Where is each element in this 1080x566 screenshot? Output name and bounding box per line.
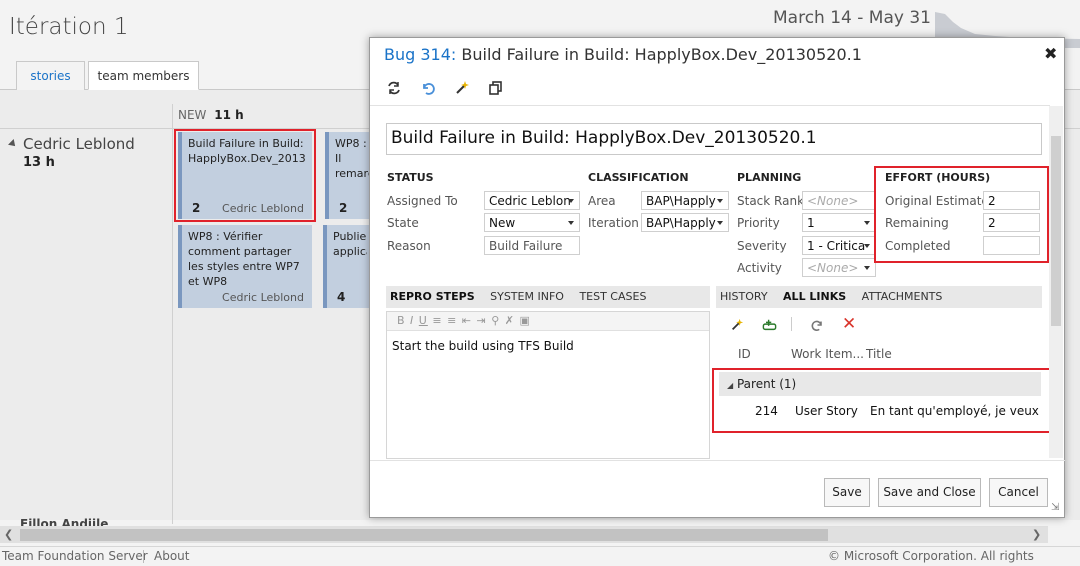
task-card[interactable]: WP8 : Vérifier comment partager les styl… bbox=[178, 225, 312, 308]
underline-icon[interactable]: U bbox=[419, 314, 428, 327]
redo-link-icon[interactable] bbox=[810, 318, 825, 332]
undo-icon[interactable] bbox=[420, 80, 436, 96]
card-owner: Cedric Leblond bbox=[222, 291, 304, 304]
reason-label: Reason bbox=[387, 239, 431, 253]
bullet-list-icon[interactable]: ≡ bbox=[432, 314, 442, 327]
card-title: WP8 : Vérifier comment partager les styl… bbox=[188, 230, 300, 288]
severity-label: Severity bbox=[737, 239, 787, 253]
column-name: NEW bbox=[178, 108, 207, 122]
toolbar-separator bbox=[370, 105, 1050, 106]
footer: Team Foundation Server About © Microsoft… bbox=[0, 546, 1080, 566]
task-card[interactable]: WP8 : Il remarq modific styles 2 bbox=[325, 132, 375, 219]
scroll-left-icon[interactable]: ❮ bbox=[4, 528, 13, 541]
tab-system-info[interactable]: SYSTEM INFO bbox=[490, 290, 564, 303]
tab-team-members[interactable]: team members bbox=[88, 61, 199, 90]
state-field[interactable]: New bbox=[484, 213, 580, 232]
area-label: Area bbox=[588, 194, 616, 208]
iteration-label: Iteration bbox=[588, 216, 639, 230]
repro-steps-editor[interactable]: B I U ≡ ≡ ⇤ ⇥ ⚲ ✗ ▣ Start the build usin… bbox=[386, 311, 710, 459]
activity-label: Activity bbox=[737, 261, 782, 275]
editor-toolbar: B I U ≡ ≡ ⇤ ⇥ ⚲ ✗ ▣ bbox=[387, 312, 709, 331]
card-title: Publier applicat bbox=[333, 230, 367, 258]
save-and-close-button[interactable]: Save and Close bbox=[878, 478, 981, 507]
stack-rank-label: Stack Rank bbox=[737, 194, 805, 208]
next-member-name: Fillon Andiile bbox=[20, 517, 109, 526]
member-hours: 13 h bbox=[23, 155, 55, 170]
reason-field[interactable]: Build Failure bbox=[484, 236, 580, 255]
dialog-title: Bug 314: Build Failure in Build: HapplyB… bbox=[384, 45, 862, 64]
links-col-id[interactable]: ID bbox=[738, 347, 751, 361]
tab-test-cases[interactable]: TEST CASES bbox=[579, 290, 646, 303]
footer-product: Team Foundation Server bbox=[2, 549, 148, 563]
footer-copyright: © Microsoft Corporation. All rights rese… bbox=[828, 549, 1034, 563]
insert-link-icon[interactable]: ⚲ bbox=[491, 314, 500, 327]
insert-image-icon[interactable]: ▣ bbox=[520, 314, 531, 327]
tab-attachments[interactable]: ATTACHMENTS bbox=[862, 290, 943, 303]
save-button[interactable]: Save bbox=[824, 478, 870, 507]
column-hours: 11 h bbox=[214, 108, 244, 122]
cancel-button[interactable]: Cancel bbox=[989, 478, 1048, 507]
link-existing-icon[interactable] bbox=[762, 318, 777, 332]
new-link-icon[interactable] bbox=[454, 80, 470, 96]
copy-icon[interactable] bbox=[488, 80, 504, 96]
highlight-box-effort bbox=[874, 166, 1049, 263]
iteration-field[interactable]: BAP\Happly bbox=[641, 213, 729, 232]
refresh-icon[interactable] bbox=[386, 80, 402, 96]
italic-icon[interactable]: I bbox=[410, 314, 414, 327]
delete-link-icon[interactable]: ✕ bbox=[842, 314, 856, 334]
dialog-title-text: Build Failure in Build: HapplyBox.Dev_20… bbox=[461, 45, 862, 64]
column-divider bbox=[172, 104, 173, 524]
numbered-list-icon[interactable]: ≡ bbox=[447, 314, 457, 327]
tab-repro-steps[interactable]: REPRO STEPS bbox=[390, 290, 475, 303]
planning-heading: PLANNING bbox=[737, 171, 802, 184]
tab-stories[interactable]: stories bbox=[16, 61, 85, 90]
tab-history[interactable]: HISTORY bbox=[720, 290, 768, 303]
scroll-right-icon[interactable]: ❯ bbox=[1032, 528, 1041, 541]
card-remaining: 2 bbox=[339, 201, 348, 215]
state-label: State bbox=[387, 216, 419, 230]
links-col-work-item[interactable]: Work Item... bbox=[791, 347, 864, 361]
card-title: WP8 : Il remarq modific styles bbox=[335, 137, 369, 180]
work-item-title-field[interactable]: Build Failure in Build: HapplyBox.Dev_20… bbox=[386, 123, 1042, 155]
task-card[interactable]: Publier applicat 4 bbox=[323, 225, 373, 308]
activity-field[interactable]: <None> bbox=[802, 258, 876, 277]
classification-heading: CLASSIFICATION bbox=[588, 171, 689, 184]
close-icon[interactable]: ✖ bbox=[1044, 44, 1057, 63]
button-bar-separator bbox=[370, 460, 1065, 461]
indent-icon[interactable]: ⇥ bbox=[477, 314, 487, 327]
right-tab-strip: HISTORY ALL LINKS ATTACHMENTS bbox=[716, 286, 1042, 308]
bug-id-link[interactable]: Bug 314: bbox=[384, 45, 456, 64]
priority-label: Priority bbox=[737, 216, 780, 230]
links-toolbar-divider bbox=[791, 317, 792, 331]
repro-steps-text: Start the build using TFS Build bbox=[392, 339, 574, 353]
priority-field[interactable]: 1 bbox=[802, 213, 876, 232]
assigned-to-label: Assigned To bbox=[387, 194, 458, 208]
bold-icon[interactable]: B bbox=[397, 314, 406, 327]
page-title: Itération 1 bbox=[9, 14, 129, 40]
links-col-title[interactable]: Title bbox=[866, 347, 892, 361]
assigned-to-field[interactable]: Cedric Leblon bbox=[484, 191, 580, 210]
remove-format-icon[interactable]: ✗ bbox=[505, 314, 515, 327]
outdent-icon[interactable]: ⇤ bbox=[462, 314, 472, 327]
work-item-dialog: Bug 314: Build Failure in Build: HapplyB… bbox=[369, 37, 1065, 518]
horizontal-scroll-thumb[interactable] bbox=[20, 529, 828, 541]
left-tab-strip: REPRO STEPS SYSTEM INFO TEST CASES bbox=[386, 286, 710, 308]
member-name: Cedric Leblond bbox=[23, 135, 135, 153]
new-linked-item-icon[interactable] bbox=[730, 318, 744, 332]
iteration-date-range: March 14 - May 31 bbox=[773, 8, 931, 28]
highlight-box-card bbox=[174, 129, 316, 222]
column-header-new: NEW 11 h bbox=[178, 108, 244, 122]
card-remaining: 4 bbox=[337, 290, 346, 304]
footer-about-link[interactable]: About bbox=[154, 547, 189, 566]
footer-divider bbox=[143, 550, 144, 563]
dialog-scroll-thumb[interactable] bbox=[1051, 136, 1061, 326]
tab-all-links[interactable]: ALL LINKS bbox=[783, 290, 846, 303]
highlight-box-links bbox=[712, 368, 1054, 433]
severity-field[interactable]: 1 - Critica bbox=[802, 236, 876, 255]
area-field[interactable]: BAP\Happly bbox=[641, 191, 729, 210]
status-heading: STATUS bbox=[387, 171, 434, 184]
resize-grip-icon[interactable]: ⇲ bbox=[1051, 502, 1059, 513]
stack-rank-field[interactable]: <None> bbox=[802, 191, 876, 210]
